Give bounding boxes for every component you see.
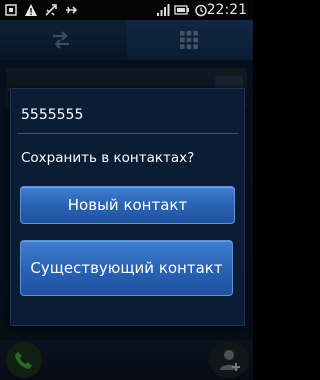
usb-icon-2 [66, 6, 78, 14]
warning-icon [25, 4, 37, 16]
dialog-number: 5555555 [21, 107, 84, 123]
dialog-divider [17, 133, 238, 134]
status-bar: 22:21 [0, 0, 253, 20]
dialog-question: Сохранить в контактах? [21, 150, 195, 166]
save-contact-dialog: 5555555 Сохранить в контактах? Новый кон… [10, 88, 245, 326]
notification-icon [5, 4, 17, 16]
usb-icon [45, 4, 57, 16]
status-time: 22:21 [206, 2, 247, 18]
battery-icon [174, 5, 189, 15]
new-contact-button[interactable]: Новый контакт [20, 186, 235, 224]
signal-icon [157, 4, 170, 16]
existing-contact-button[interactable]: Существующий контакт [20, 240, 233, 296]
